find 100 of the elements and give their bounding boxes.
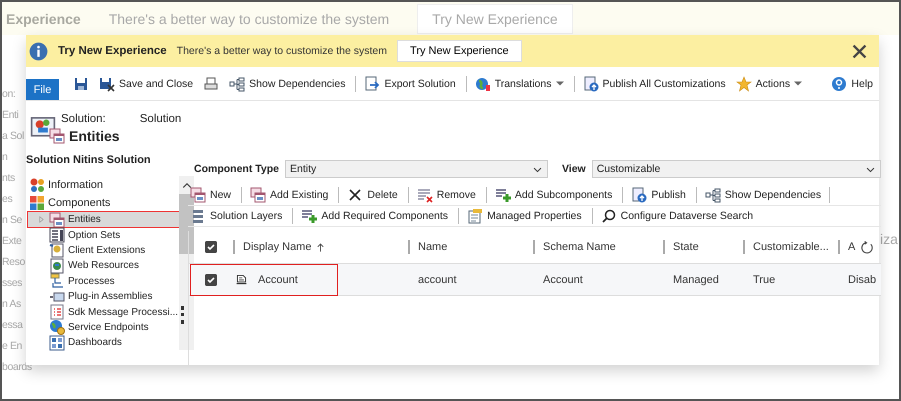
command-button[interactable]: Add Required Components [292,208,450,224]
sidebar-text: n Se [2,213,22,228]
nav-item[interactable]: Web Resources [28,258,180,274]
save-close-icon [99,76,115,92]
search-icon [600,208,617,224]
filter-label: Component Type [194,163,279,175]
nav-item[interactable]: Client Extensions [28,242,180,258]
sidebar-text: nts [2,171,15,186]
column-header[interactable]: Schema Name [533,240,616,254]
globe-icon [474,76,491,92]
globe-gear-icon [49,319,65,336]
sidebar-text: e En [2,339,22,354]
sidebar-text: essa [2,318,23,333]
table-cell-text: True [752,274,776,286]
nav-item[interactable]: Plug-in Assemblies [28,288,180,304]
expand-arrow-icon [37,215,46,224]
nav-item[interactable]: Processes [28,274,180,289]
toolbar-button[interactable]: Show Dependencies [227,76,348,92]
command-button[interactable]: Add Subcomponents [486,187,614,203]
command-button[interactable]: Show Dependencies [696,187,824,203]
column-header[interactable]: Customizable... [743,240,829,254]
extension-icon [49,242,65,258]
banner-message: There's a better way to customize the system [176,45,388,57]
web-page-icon [49,258,65,274]
entity-icon [190,187,206,203]
layers-icon [190,208,206,224]
publish-icon [631,187,648,203]
table-cell: Account [233,273,408,286]
list-document-icon [49,304,65,320]
dashboard-icon [49,334,65,351]
file-tab[interactable]: File [26,79,59,100]
command-button[interactable]: New [188,187,234,203]
refresh-icon [860,240,875,254]
star-icon [736,76,752,92]
table-cell-text: Disab [847,274,878,286]
delete-icon [347,187,364,203]
command-button[interactable]: Remove [408,187,478,203]
column-header[interactable]: Display Name [233,240,326,254]
toolbar-button[interactable]: Actions [734,76,804,92]
nav-item[interactable]: Dashboards [28,335,180,351]
caret-icon [794,81,802,86]
try-new-experience-button[interactable]: Try New Experience [397,40,522,62]
sort-arrow-icon [315,242,326,252]
banner-message: There's a better way to customize the system [108,10,390,26]
column-header[interactable]: State [663,240,699,254]
entity-icon [49,212,65,228]
toolbar-button[interactable]: Publish All Customizations [574,76,728,92]
command-button[interactable]: Add Existing [241,187,330,203]
command-button[interactable]: Solution Layers [188,208,284,224]
sidebar-text: sses [2,276,22,291]
sidebar-text: Enti [2,108,18,123]
toolbar-button[interactable]: Save and Close [97,76,196,92]
list-icon [49,227,65,244]
checkbox[interactable] [205,241,217,253]
hierarchy-icon [229,76,246,92]
command-button[interactable]: Managed Properties [458,208,584,224]
column-header[interactable]: A [838,240,856,254]
nav-item[interactable]: Service Endpoints [28,320,180,336]
sidebar-text: Reso [2,255,25,270]
solution-subtitle: Solution Nitins Solution [26,153,152,168]
nav-item[interactable]: Entities [28,212,180,228]
dropdown-field[interactable]: Customizable [592,160,881,178]
publish-icon [582,76,598,92]
command-button[interactable]: Configure Dataverse Search [592,208,756,224]
command-button[interactable]: Publish [622,187,688,203]
sidebar-text: n As [2,297,21,312]
add-icon [494,187,511,203]
entity-icon [49,128,65,144]
printer-icon [203,76,220,92]
dropdown-field[interactable]: Entity [284,160,548,178]
table-cell-text: Account [542,274,584,286]
filter-label: View [562,163,586,175]
nav-item[interactable]: Sdk Message Processi... [28,304,180,320]
add-icon [301,208,318,224]
nav-item[interactable]: Option Sets [28,227,180,243]
properties-icon [467,208,484,224]
record-icon [235,273,248,286]
save-icon [73,76,89,92]
help-button[interactable]: Help [829,76,875,92]
hierarchy-icon [704,187,721,203]
banner-title: Try New Experience [58,45,167,57]
page-title: Entities [69,128,120,144]
command-button[interactable]: Delete [338,187,400,203]
column-header[interactable]: Name [408,240,448,254]
info-icon [29,42,48,60]
resize-handle[interactable] [181,306,184,324]
caret-icon [556,81,564,86]
sidebar-text: n [2,150,8,165]
solution-name: Solution [140,113,182,125]
checkbox[interactable] [205,274,217,286]
solution-label: Solution: [61,113,106,125]
column-header-text: iza [880,231,898,247]
remove-icon [416,187,433,203]
table-cell-text: account [417,274,458,286]
nav-item[interactable]: Components [28,194,180,212]
sidebar-text: es [2,192,12,207]
sidebar-text: on: [2,87,16,102]
toolbar-button[interactable]: Export Solution [355,76,458,92]
toolbar-button[interactable]: Translations [466,76,566,92]
nav-item[interactable]: Information [28,176,180,194]
